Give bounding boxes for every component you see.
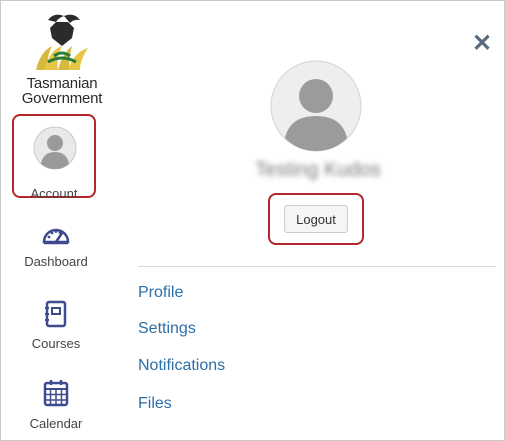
sidebar-item-label-dashboard: Dashboard — [24, 254, 88, 269]
global-navigation-sidebar: Tasmanian Government Account Dashboard C… — [0, 0, 112, 441]
close-icon[interactable]: ✕ — [468, 30, 496, 58]
logout-button[interactable]: Logout — [284, 205, 348, 233]
profile-link[interactable]: Profile — [138, 284, 183, 302]
user-display-name: Testing Kudos — [255, 159, 381, 181]
logo-line-1: Tasmanian — [26, 75, 98, 92]
sidebar-item-label-account: Account — [30, 186, 78, 201]
logo-line-2: Government — [21, 90, 103, 107]
sidebar-item-account[interactable]: Account — [12, 114, 96, 201]
notifications-link[interactable]: Notifications — [138, 357, 225, 375]
sidebar-item-calendar[interactable]: Calendar — [0, 378, 112, 440]
sidebar-item-label-calendar: Calendar — [29, 416, 83, 431]
logout-highlight: Logout — [268, 193, 364, 245]
user-avatar — [270, 60, 362, 152]
sidebar-item-label-courses: Courses — [31, 336, 81, 351]
logo-text: Tasmanian Government — [10, 76, 114, 106]
dashboard-gauge-icon — [42, 228, 70, 245]
sidebar-item-dashboard[interactable]: Dashboard — [0, 222, 112, 278]
calendar-icon — [43, 380, 69, 407]
sidebar-item-courses[interactable]: Courses — [0, 300, 112, 356]
tasmanian-government-logo[interactable]: Tasmanian Government — [10, 10, 110, 110]
settings-link[interactable]: Settings — [138, 320, 196, 338]
account-avatar-icon — [33, 126, 77, 170]
thylacine-crest-icon — [36, 14, 88, 70]
section-divider — [138, 266, 496, 267]
files-link[interactable]: Files — [138, 395, 172, 413]
courses-book-icon — [45, 300, 67, 328]
